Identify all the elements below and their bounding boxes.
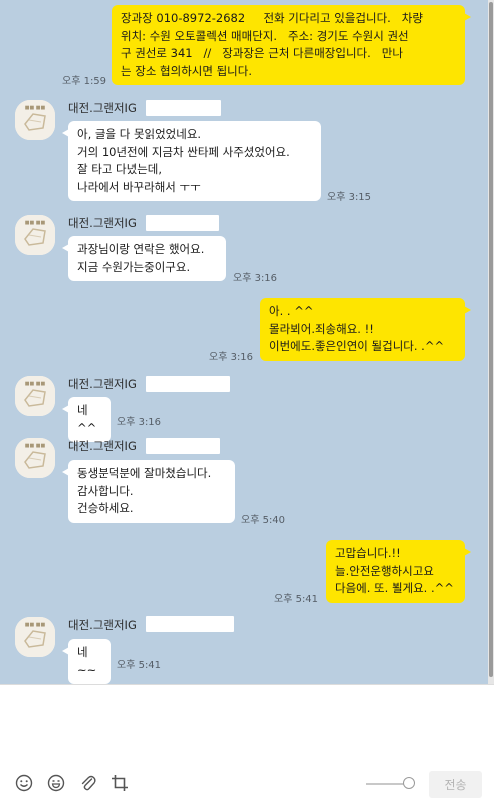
crop-icon[interactable] xyxy=(110,773,130,793)
contact-avatar[interactable]: ■■ ■■ xyxy=(15,376,55,416)
redacted-name xyxy=(146,100,221,116)
my-message-bubble[interactable]: 장과장 010-8972-2682 전화 기다리고 있을겁니다. 차량 위치: … xyxy=(112,5,471,85)
my-message-bubble[interactable]: 고맙습니다.!! 늘.안전운행하시고요 다음에. 또. 뵐게요. .^^ xyxy=(326,540,471,603)
sticker-icon[interactable] xyxy=(46,773,66,793)
svg-text:■■ ■■: ■■ ■■ xyxy=(25,622,46,628)
message-time: 오후 1:59 xyxy=(62,76,107,87)
attach-icon[interactable] xyxy=(78,773,98,793)
compose-area: 전송 xyxy=(0,684,494,798)
redacted-name xyxy=(146,376,230,392)
svg-text:■■ ■■: ■■ ■■ xyxy=(25,220,46,226)
message-input[interactable] xyxy=(10,693,484,763)
message-time: 오후 5:40 xyxy=(241,515,286,526)
sender-name: 대전.그랜저IG xyxy=(68,618,137,632)
message-time: 오후 3:16 xyxy=(233,273,278,284)
message-time: 오후 5:41 xyxy=(117,660,162,671)
chat-scrollbar[interactable] xyxy=(488,0,494,684)
redacted-name xyxy=(146,616,234,632)
scrollbar-thumb[interactable] xyxy=(489,2,493,677)
message-time: 오후 3:16 xyxy=(117,417,162,428)
contact-avatar[interactable]: ■■ ■■ xyxy=(15,617,55,657)
their-message-bubble[interactable]: 아, 글을 다 못읽었었네요. 거의 10년전에 지금차 싼타페 사주셨었어요.… xyxy=(62,121,321,201)
chat-area[interactable]: 장과장 010-8972-2682 전화 기다리고 있을겁니다. 차량 위치: … xyxy=(0,0,488,684)
sender-name: 대전.그랜저IG xyxy=(68,377,137,391)
message-time: 오후 3:16 xyxy=(209,352,254,363)
my-message-bubble[interactable]: 아. . ^^ 몰라뵈어.죄송해요. !! 이번에도.좋은인연이 될겁니다. .… xyxy=(260,298,471,361)
message-time: 오후 3:15 xyxy=(327,192,372,203)
emoticon-icon[interactable] xyxy=(14,773,34,793)
contact-avatar[interactable]: ■■ ■■ xyxy=(15,215,55,255)
svg-text:■■ ■■: ■■ ■■ xyxy=(25,443,46,449)
contact-avatar[interactable]: ■■ ■■ xyxy=(15,438,55,478)
send-button[interactable]: 전송 xyxy=(429,771,482,798)
contact-avatar[interactable]: ■■ ■■ xyxy=(15,100,55,140)
svg-text:■■ ■■: ■■ ■■ xyxy=(25,105,46,111)
their-message-bubble[interactable]: 동생분덕분에 잘마쳤습니다. 감사합니다. 건승하세요. xyxy=(62,460,235,523)
opacity-slider-knob[interactable] xyxy=(403,777,415,789)
sender-name: 대전.그랜저IG xyxy=(68,216,137,230)
svg-text:■■ ■■: ■■ ■■ xyxy=(25,381,46,387)
sender-name: 대전.그랜저IG xyxy=(68,439,137,453)
message-time: 오후 5:41 xyxy=(274,594,319,605)
sender-name: 대전.그랜저IG xyxy=(68,101,137,115)
their-message-bubble[interactable]: 네~~ xyxy=(62,639,111,684)
their-message-bubble[interactable]: 네^^ xyxy=(62,397,111,442)
redacted-name xyxy=(146,438,220,454)
redacted-name xyxy=(146,215,219,231)
their-message-bubble[interactable]: 과장님이랑 연락은 했어요. 지금 수원가는중이구요. xyxy=(62,236,226,281)
